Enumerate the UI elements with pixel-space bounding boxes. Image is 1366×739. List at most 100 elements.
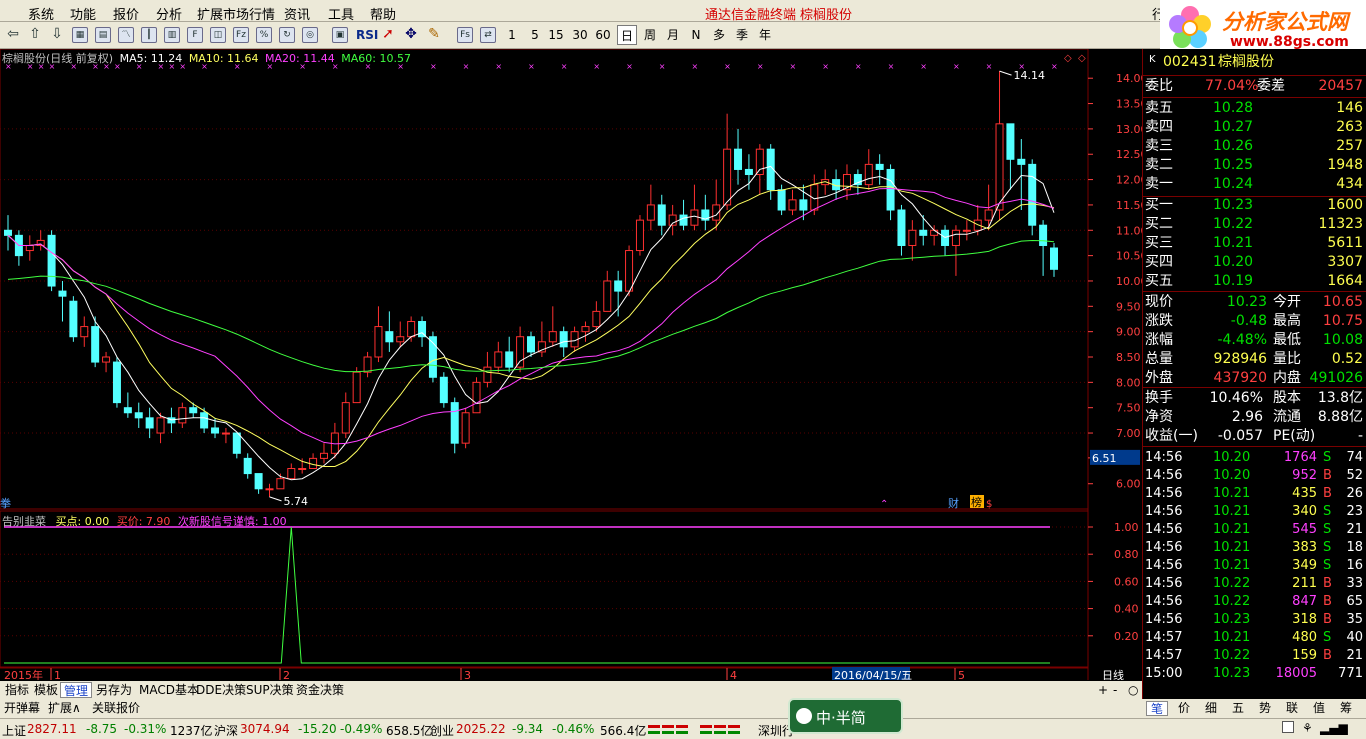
tick-price: 10.21 <box>1213 558 1251 573</box>
pointer-icon[interactable]: ➚ <box>380 27 396 43</box>
pen-icon[interactable]: ✎ <box>426 27 442 43</box>
bid-row[interactable]: 买一 10.23 1600 <box>1143 196 1366 215</box>
candle-icon[interactable]: ┃ <box>141 27 157 43</box>
period-30min[interactable]: 30 <box>571 25 589 45</box>
ask-row[interactable]: 卖一 10.24 434 <box>1143 175 1366 194</box>
bid-row[interactable]: 买二 10.22 11323 <box>1143 215 1366 234</box>
period-60min[interactable]: 60 <box>594 25 612 45</box>
tab-save-as[interactable]: 另存为 <box>93 682 135 698</box>
table-icon[interactable]: ▤ <box>95 27 111 43</box>
indicator-name[interactable]: 告别韭菜 <box>2 515 46 528</box>
menu-extended-market[interactable]: 扩展市场行情 <box>197 4 275 23</box>
ime-badge[interactable]: 中·半简 <box>788 698 903 734</box>
right-tab[interactable]: 联 <box>1281 701 1303 716</box>
volume-icon[interactable]: ▥ <box>164 27 180 43</box>
candle-down <box>559 331 568 348</box>
right-tab[interactable]: 五 <box>1227 701 1249 716</box>
bid-row[interactable]: 买五 10.19 1664 <box>1143 272 1366 291</box>
grid-icon[interactable]: ▦ <box>72 27 88 43</box>
down-arrow-icon[interactable]: ⇩ <box>49 27 65 43</box>
tick-count: 35 <box>1346 612 1363 627</box>
f10-icon[interactable]: F <box>187 27 203 43</box>
right-tab[interactable]: 笔 <box>1146 701 1168 716</box>
tick-side: B <box>1323 594 1332 609</box>
ma10-line <box>7 181 1055 467</box>
tab-indicator[interactable]: 指标 <box>2 682 32 698</box>
zoom-reset-button[interactable]: ○ <box>1125 682 1141 698</box>
calc-icon[interactable]: % <box>256 27 272 43</box>
indicator-tick-label: 0.20 <box>1114 630 1139 643</box>
candle-down <box>69 300 78 338</box>
tab-manage[interactable]: 管理 <box>60 682 93 698</box>
tick-time: 14:56 <box>1145 576 1183 591</box>
link-icon[interactable]: ⇄ <box>480 27 496 43</box>
ask-row[interactable]: 卖二 10.25 1948 <box>1143 156 1366 175</box>
tab-sup[interactable]: SUP决策 <box>243 682 297 698</box>
fundamental-icon[interactable]: ◫ <box>210 27 226 43</box>
menu-function[interactable]: 功能 <box>70 4 96 23</box>
cycle-day[interactable]: 日 <box>617 25 637 45</box>
chart-area[interactable]: 14.0013.5013.0012.5012.0011.5011.0010.50… <box>0 48 1148 682</box>
up-arrow-icon[interactable]: ⇧ <box>27 27 43 43</box>
tick-side: S <box>1323 504 1332 519</box>
related-quote-button[interactable]: 关联报价 <box>92 701 140 716</box>
tick-row: 14:56 10.22 211 B 33 <box>1143 574 1366 593</box>
line-chart-icon[interactable]: 〽 <box>118 27 134 43</box>
menu-help[interactable]: 帮助 <box>370 4 396 23</box>
ask-row[interactable]: 卖五 10.28 146 <box>1143 99 1366 118</box>
menu-info[interactable]: 资讯 <box>284 4 310 23</box>
status-box-icon[interactable] <box>1282 721 1294 733</box>
tab-template[interactable]: 模板 <box>31 682 61 698</box>
right-tab[interactable]: 筹 <box>1335 701 1357 716</box>
bid-row[interactable]: 买四 10.20 3307 <box>1143 253 1366 272</box>
cycle-n[interactable]: N <box>687 25 705 45</box>
menu-analysis[interactable]: 分析 <box>156 4 182 23</box>
tab-dde[interactable]: DDE决策 <box>193 682 249 698</box>
cy-amount: 566.4亿 <box>600 724 647 738</box>
tick-row: 14:56 10.21 383 S 18 <box>1143 538 1366 557</box>
bid-row[interactable]: 买三 10.21 5611 <box>1143 234 1366 253</box>
monitor-icon[interactable]: ▣ <box>332 27 348 43</box>
candle-up <box>690 209 699 226</box>
move-icon[interactable]: ✥ <box>403 27 419 43</box>
cycle-multi[interactable]: 多 <box>710 25 728 45</box>
right-tab[interactable]: 值 <box>1308 701 1330 716</box>
back-arrow-icon[interactable]: ⇦ <box>5 27 21 43</box>
period-15min[interactable]: 15 <box>547 25 565 45</box>
zoom-in-button[interactable]: + <box>1095 682 1111 698</box>
tab-fund[interactable]: 资金决策 <box>293 682 347 698</box>
right-tab[interactable]: 细 <box>1200 701 1222 716</box>
rsi-button[interactable]: RSI <box>356 25 378 45</box>
fs-icon[interactable]: Fs <box>457 27 473 43</box>
tick-price: 10.22 <box>1213 648 1251 663</box>
dividend-mark: × <box>430 62 437 71</box>
candle-up <box>581 326 590 333</box>
zoom-out-button[interactable]: - <box>1110 682 1120 698</box>
book-volume: 1948 <box>1327 157 1363 173</box>
candle-down <box>58 290 67 297</box>
right-tab[interactable]: 势 <box>1254 701 1276 716</box>
ask-row[interactable]: 卖三 10.26 257 <box>1143 137 1366 156</box>
kline-chart-svg[interactable]: 14.0013.5013.0012.5012.0011.5011.0010.50… <box>0 48 1148 682</box>
right-tab[interactable]: 价 <box>1173 701 1195 716</box>
fz-icon[interactable]: Fz <box>233 27 249 43</box>
signal-bars-icon: ▂▄▆ <box>1320 721 1348 735</box>
refresh-icon[interactable]: ↻ <box>279 27 295 43</box>
year-label: 2015年 <box>4 668 43 680</box>
menu-quote[interactable]: 报价 <box>113 4 139 23</box>
period-1min[interactable]: 1 <box>503 25 521 45</box>
ime-logo-icon <box>796 708 812 724</box>
sz-label: 沪深 <box>214 724 239 738</box>
cycle-quarter[interactable]: 季 <box>733 25 751 45</box>
ask-row[interactable]: 卖四 10.27 263 <box>1143 118 1366 137</box>
cycle-week[interactable]: 周 <box>641 25 659 45</box>
target-icon[interactable]: ◎ <box>302 27 318 43</box>
expand-button[interactable]: 扩展∧ <box>48 701 81 716</box>
menu-tools[interactable]: 工具 <box>328 4 354 23</box>
period-5min[interactable]: 5 <box>526 25 544 45</box>
cycle-month[interactable]: 月 <box>664 25 682 45</box>
cycle-year[interactable]: 年 <box>756 25 774 45</box>
danmu-button[interactable]: 开弹幕 <box>4 701 40 716</box>
menu-system[interactable]: 系统 <box>28 4 54 23</box>
price-tick-label: 9.50 <box>1116 300 1141 313</box>
